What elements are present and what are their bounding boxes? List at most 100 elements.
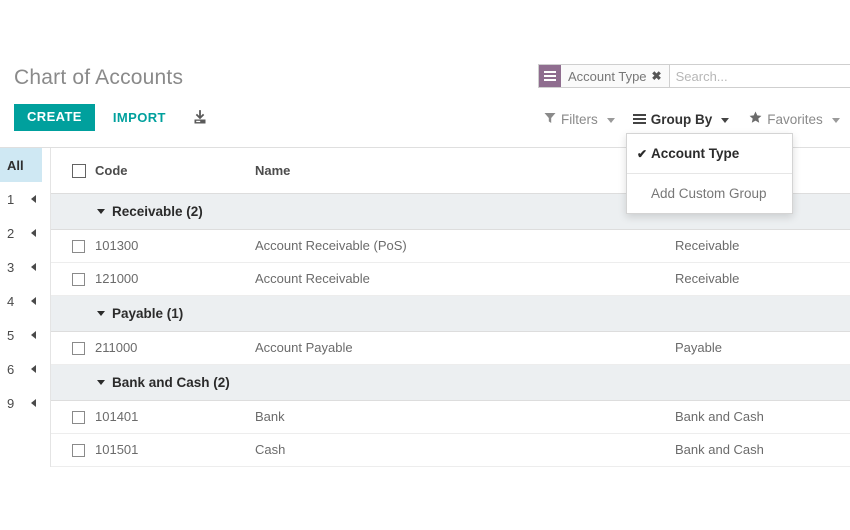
filters-button[interactable]: Filters [538,109,621,130]
chevron-left-icon[interactable] [31,297,36,305]
cell-type: Payable [675,340,722,355]
chevron-left-icon[interactable] [31,399,36,407]
search-input[interactable] [669,65,850,87]
group-by-label: Group By [650,111,713,127]
search-facet-account-type[interactable]: Account Type ✖ [539,65,670,87]
control-panel: Chart of Accounts CREATE IMPORT Account … [0,0,850,148]
chevron-down-icon [831,117,840,123]
cell-type: Bank and Cash [675,409,764,424]
sidebar-item-label: 2 [7,225,15,241]
filters-label: Filters [561,111,598,127]
group-row-cell: Payable (1) [51,295,850,331]
row-select-cell [51,433,95,466]
cell-name: Account Payable [255,340,353,355]
chevron-left-icon[interactable] [31,263,36,271]
table-row[interactable]: 121000 Account Receivable Receivable [51,262,850,295]
column-header-name[interactable]: Name [255,148,675,193]
group-row-label: Bank and Cash (2) [112,374,230,390]
column-header-code[interactable]: Code [95,148,255,193]
table-row[interactable]: 101300 Account Receivable (PoS) Receivab… [51,229,850,262]
sidebar-item-2[interactable]: 2 [0,216,42,250]
group-row-cell: Bank and Cash (2) [51,364,850,400]
dropdown-divider [627,173,792,174]
sidebar-item-label: 3 [7,259,15,275]
cell-type: Bank and Cash [675,442,764,457]
table-row[interactable]: 101501 Cash Bank and Cash [51,433,850,466]
group-by-menu-item-account-type[interactable]: ✔ Account Type [627,139,792,168]
cell-code: 101300 [95,238,139,253]
chevron-left-icon[interactable] [31,229,36,237]
caret-down-icon[interactable] [97,379,105,385]
row-checkbox[interactable] [72,342,85,356]
row-checkbox[interactable] [72,240,85,254]
filter-icon [544,112,556,127]
cell-name: Bank [255,409,285,424]
chevron-down-icon [721,117,730,123]
group-by-menu-item-label: Account Type [651,146,740,161]
sidebar-item-label: 1 [7,191,15,207]
cell-name: Account Receivable (PoS) [255,238,407,253]
sidebar-item-3[interactable]: 3 [0,250,42,284]
group-row[interactable]: Payable (1) [51,295,850,331]
group-row-label: Receivable (2) [112,203,203,219]
row-checkbox[interactable] [72,411,85,425]
table-row[interactable]: 101401 Bank Bank and Cash [51,400,850,433]
cell-code: 121000 [95,271,139,286]
cell-code: 211000 [95,340,138,355]
sidebar-item-6[interactable]: 6 [0,352,42,386]
table-row[interactable]: 211000 Account Payable Payable [51,331,850,364]
row-select-cell [51,331,95,364]
sidebar-item-5[interactable]: 5 [0,318,42,352]
favorites-button[interactable]: Favorites [743,108,846,130]
sidebar-item-label: 9 [7,395,15,411]
check-icon: ✔ [637,146,648,161]
sidebar-item-label: 4 [7,293,15,309]
row-select-cell [51,400,95,433]
chevron-left-icon[interactable] [31,195,36,203]
cell-name: Cash [255,442,286,457]
favorites-label: Favorites [767,111,823,127]
cell-name: Account Receivable [255,271,370,286]
sidebar: All 1 2 3 4 5 6 9 [0,148,42,420]
sidebar-item-9[interactable]: 9 [0,386,42,420]
create-button[interactable]: CREATE [14,104,95,131]
cell-code: 101401 [95,409,139,424]
download-icon[interactable] [192,109,208,126]
chevron-left-icon[interactable] [31,365,36,373]
add-custom-group-label: Add Custom Group [651,186,767,201]
sidebar-item-label: 6 [7,361,15,377]
group-row-label: Payable (1) [112,305,184,321]
row-select-cell [51,229,95,262]
chevron-down-icon [606,117,615,123]
select-all-checkbox[interactable] [72,164,86,179]
group-by-menu-item-add-custom-group[interactable]: Add Custom Group [627,179,792,208]
search-view[interactable]: Account Type ✖ [538,64,850,88]
group-row[interactable]: Bank and Cash (2) [51,364,850,400]
page-title: Chart of Accounts [14,66,184,89]
group-by-dropdown: ✔ Account Type Add Custom Group [626,133,793,214]
search-facet-remove-icon[interactable]: ✖ [650,65,669,87]
star-icon [749,111,762,127]
search-buttons: Filters Group By Favorites [538,108,846,130]
sidebar-item-label: All [7,157,24,173]
action-button-row: CREATE IMPORT [14,104,208,131]
row-checkbox[interactable] [72,273,85,287]
caret-down-icon[interactable] [97,208,105,214]
row-checkbox[interactable] [72,444,85,458]
cell-code: 101501 [95,442,139,457]
caret-down-icon[interactable] [97,310,105,316]
group-by-button[interactable]: Group By [627,109,736,130]
row-select-cell [51,262,95,295]
select-all-cell [51,148,95,193]
sidebar-item-4[interactable]: 4 [0,284,42,318]
cell-type: Receivable [675,238,740,253]
group-by-icon [539,65,561,87]
list-icon [632,114,646,124]
sidebar-item-1[interactable]: 1 [0,182,42,216]
import-button[interactable]: IMPORT [113,110,166,125]
sidebar-item-all[interactable]: All [0,148,42,182]
cell-type: Receivable [675,271,740,286]
table-body: Receivable (2) 101300 Account Receivable… [51,193,850,466]
sidebar-item-label: 5 [7,327,15,343]
chevron-left-icon[interactable] [31,331,36,339]
